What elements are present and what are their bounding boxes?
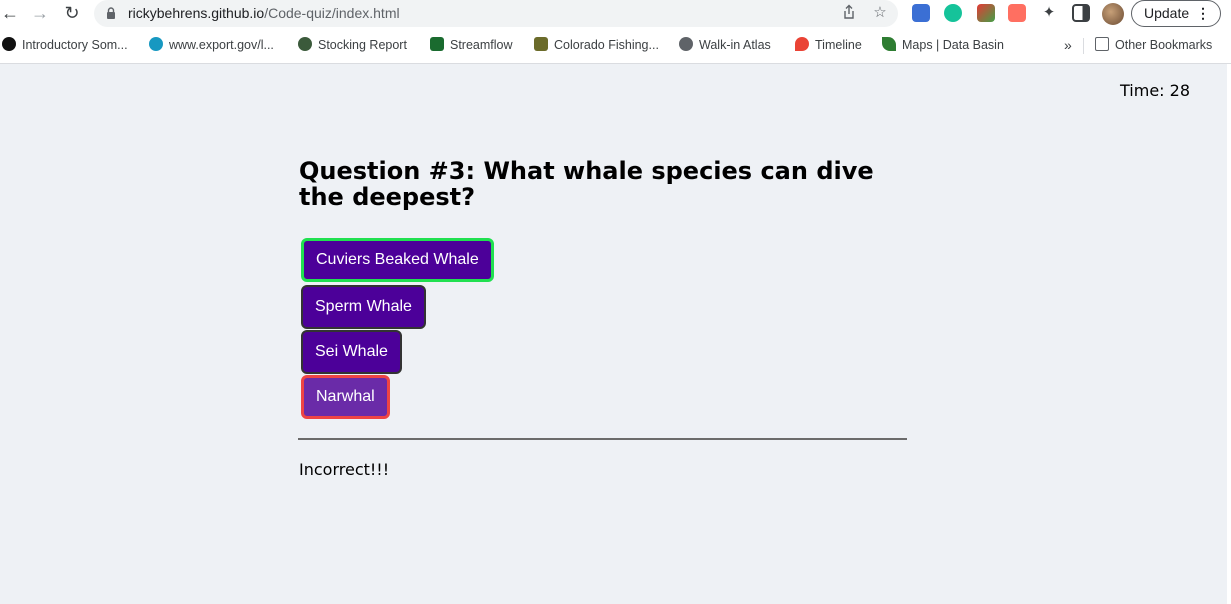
salesforce-cloud-icon [149, 37, 163, 51]
url-path: /Code-quiz/index.html [264, 5, 400, 21]
bookmark-introductory[interactable]: Introductory Som... [2, 37, 128, 55]
bookmark-label: www.export.gov/l... [169, 38, 274, 52]
menu-dots-icon: ⋮ [1196, 5, 1210, 21]
share-icon[interactable] [840, 4, 858, 22]
bookmark-streamflow[interactable]: Streamflow [430, 37, 513, 55]
bookmark-label: Maps | Data Basin [902, 38, 1004, 52]
question-title: Question #3: What whale species can dive… [299, 157, 874, 211]
bookmark-walk-in-atlas[interactable]: Walk-in Atlas [679, 37, 771, 55]
side-panel-icon[interactable] [1072, 4, 1090, 22]
bookmark-label: Timeline [815, 38, 862, 52]
url-text: rickybehrens.github.io/Code-quiz/index.h… [128, 5, 400, 21]
maps-pin-icon [795, 37, 809, 51]
lock-icon [106, 7, 116, 19]
bookmark-label: Colorado Fishing... [554, 38, 659, 52]
streamflow-icon [430, 37, 444, 51]
bookmark-colorado-fishing[interactable]: Colorado Fishing... [534, 37, 659, 55]
back-arrow-icon[interactable]: ← [0, 3, 20, 23]
timer-display: Time: 28 [1120, 81, 1190, 100]
other-bookmarks-folder[interactable]: Other Bookmarks [1095, 37, 1212, 55]
bookmark-star-icon[interactable]: ☆ [871, 4, 889, 22]
feedback-divider [298, 438, 907, 440]
bookmarks-bar: Introductory Som... www.export.gov/l... … [0, 33, 1231, 57]
bookmark-export-gov[interactable]: www.export.gov/l... [149, 37, 274, 55]
bookmarks-overflow-button[interactable]: » [1064, 37, 1072, 55]
bookmark-label: Introductory Som... [22, 38, 128, 52]
bookmark-timeline[interactable]: Timeline [795, 37, 862, 55]
extension-translate-icon[interactable] [912, 4, 930, 22]
bookmark-label: Streamflow [450, 38, 513, 52]
update-label: Update [1144, 5, 1190, 21]
bookmark-data-basin[interactable]: Maps | Data Basin [882, 37, 1004, 55]
state-seal-icon [298, 37, 312, 51]
github-icon [2, 37, 16, 51]
answer-button-sperm-whale[interactable]: Sperm Whale [301, 285, 426, 329]
extension-colorful-icon[interactable] [977, 4, 995, 22]
window-edge [1227, 64, 1231, 604]
extension-arrow-icon[interactable] [1008, 4, 1026, 22]
feedback-message: Incorrect!!! [299, 460, 390, 479]
browser-chrome: ← → ↻ rickybehrens.github.io/Code-quiz/i… [0, 0, 1231, 64]
wildlife-icon [534, 37, 548, 51]
forward-arrow-icon[interactable]: → [30, 3, 50, 23]
bookmark-label: Stocking Report [318, 38, 407, 52]
url-host: rickybehrens.github.io [128, 5, 265, 21]
extensions-puzzle-icon[interactable]: ✦ [1040, 4, 1058, 22]
bookmarks-divider [1083, 38, 1084, 54]
answer-button-cuviers-beaked-whale[interactable]: Cuviers Beaked Whale [301, 238, 494, 282]
update-button[interactable]: Update ⋮ [1131, 0, 1221, 27]
answer-button-sei-whale[interactable]: Sei Whale [301, 330, 402, 374]
leaf-icon [882, 37, 896, 51]
answer-button-narwhal[interactable]: Narwhal [301, 375, 390, 419]
bookmark-label: Walk-in Atlas [699, 38, 771, 52]
address-bar[interactable]: rickybehrens.github.io/Code-quiz/index.h… [94, 0, 898, 27]
profile-avatar[interactable] [1102, 3, 1124, 25]
grammarly-icon[interactable] [944, 4, 962, 22]
browser-toolbar: ← → ↻ rickybehrens.github.io/Code-quiz/i… [0, 0, 1231, 28]
reload-icon[interactable]: ↻ [62, 3, 82, 23]
globe-icon [679, 37, 693, 51]
folder-icon [1095, 37, 1109, 51]
bookmark-stocking-report[interactable]: Stocking Report [298, 37, 407, 55]
other-bookmarks-label: Other Bookmarks [1115, 38, 1213, 52]
